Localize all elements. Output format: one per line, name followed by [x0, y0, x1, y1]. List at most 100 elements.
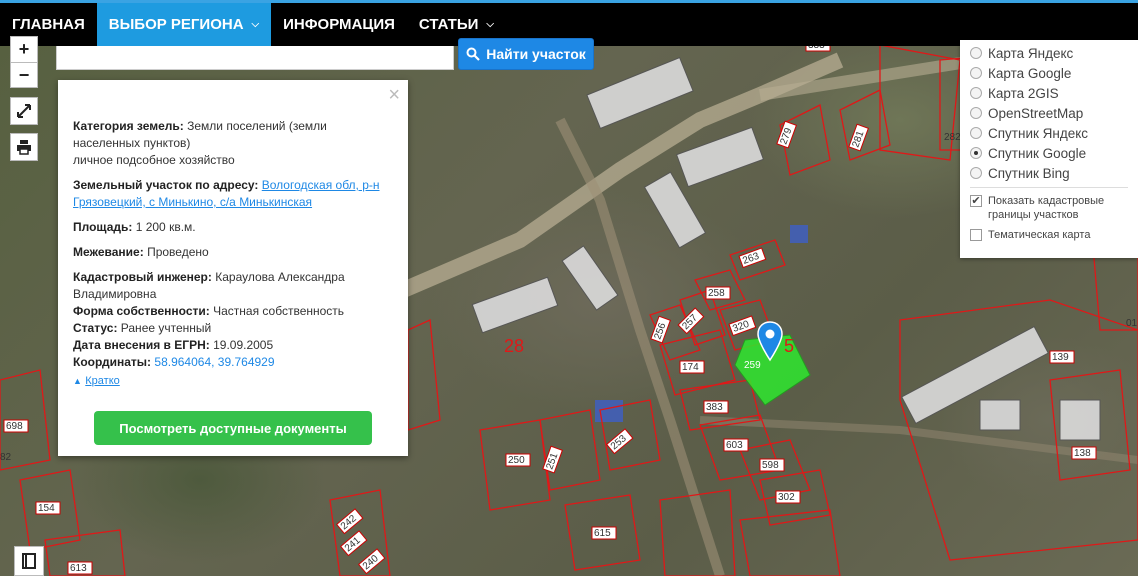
layer-label: Карта Google [988, 65, 1072, 81]
chevron-down-icon: ⌵ [251, 19, 260, 30]
print-icon [17, 140, 31, 155]
building-blue-roof [790, 225, 808, 243]
thematic-label: Тематическая карта [988, 229, 1091, 241]
area-label: Площадь: [73, 220, 133, 234]
parcel-label: 139 [1052, 352, 1069, 363]
layer-option[interactable]: Карта Google [970, 63, 1128, 83]
ownership-label: Форма собственности: [73, 304, 210, 318]
layer-label: Карта 2GIS [988, 85, 1059, 101]
map-layers-panel: Карта Яндекс Карта Google Карта 2GIS Ope… [960, 40, 1138, 258]
area-row: Площадь: 1 200 кв.м. [73, 219, 394, 236]
engineer-row: Кадастровый инженер: Караулова Александр… [73, 269, 394, 303]
parcel-label: 258 [708, 288, 725, 299]
parcel-label: 154 [38, 503, 55, 514]
status-row: Статус: Ранее учтенный [73, 320, 394, 337]
status-value: Ранее учтенный [120, 321, 212, 335]
parcel-boundary [739, 509, 841, 576]
date-label: Дата внесения в ЕГРН: [73, 338, 210, 352]
layer-label: Спутник Яндекс [988, 125, 1089, 141]
layer-option[interactable]: OpenStreetMap [970, 103, 1128, 123]
nav-region-select[interactable]: ВЫБОР РЕГИОНА ⌵ [96, 3, 272, 46]
nav-information[interactable]: ИНФОРМАЦИЯ [271, 3, 407, 46]
radio-icon[interactable] [970, 127, 982, 139]
parcel-boundary [407, 319, 441, 431]
parcel-label: 282 [944, 132, 961, 143]
coords-value[interactable]: 58.964064, 39.764929 [154, 355, 274, 369]
layer-label: OpenStreetMap [988, 105, 1084, 121]
engineer-label: Кадастровый инженер: [73, 270, 212, 284]
search-input[interactable] [56, 46, 454, 70]
parcel-label: 383 [706, 402, 723, 413]
zoom-out-button[interactable]: − [10, 62, 38, 88]
parcel-label: 615 [594, 528, 611, 539]
expand-icon [17, 104, 31, 118]
coords-label: Координаты: [73, 355, 152, 369]
print-button[interactable] [10, 133, 38, 161]
usage-value: личное подсобное хозяйство [73, 153, 235, 167]
radio-icon[interactable] [970, 67, 982, 79]
radio-icon[interactable] [970, 87, 982, 99]
parcel-info-popup: × Категория земель: Земли поселений (зем… [58, 80, 408, 456]
checkbox-checked-icon[interactable]: ✔ [970, 195, 982, 207]
block-number: 5 [784, 336, 794, 356]
parcel-label: 302 [778, 492, 795, 503]
layer-option[interactable]: Спутник Bing [970, 163, 1128, 183]
cadastral-label: Показать кадастровые границы участков [988, 195, 1105, 221]
nav-information-label: ИНФОРМАЦИЯ [283, 16, 395, 33]
layer-option[interactable]: Карта Яндекс [970, 43, 1128, 63]
parcel-label: 82 [0, 452, 12, 463]
ownership-value: Частная собственность [213, 304, 345, 318]
survey-row: Межевание: Проведено [73, 244, 394, 261]
radio-icon[interactable] [970, 167, 982, 179]
legend-button[interactable] [14, 546, 44, 576]
find-parcel-button[interactable]: Найти участок [458, 38, 594, 70]
layer-option[interactable]: Спутник Яндекс [970, 123, 1128, 143]
category-label: Категория земель: [73, 119, 184, 133]
layer-label: Спутник Google [988, 145, 1087, 161]
cadastral-toggle[interactable]: ✔ Показать кадастровые границы участков [970, 194, 1128, 222]
parcel-label: 174 [682, 362, 699, 373]
nav-home-label: ГЛАВНАЯ [12, 16, 85, 33]
category-row: Категория земель: Земли поселений (земли… [73, 118, 394, 169]
parcel-label: 613 [70, 563, 87, 574]
status-label: Статус: [73, 321, 118, 335]
zoom-in-button[interactable]: + [10, 36, 38, 62]
nav-region-label: ВЫБОР РЕГИОНА [108, 16, 244, 33]
parcel-label: 01 [1126, 318, 1138, 329]
building [471, 276, 559, 334]
divider [970, 187, 1128, 188]
layer-label: Карта Яндекс [988, 45, 1074, 61]
fullscreen-button[interactable] [10, 97, 38, 125]
view-documents-button[interactable]: Посмотреть доступные документы [94, 411, 372, 445]
building [901, 325, 1049, 425]
close-icon[interactable]: × [388, 85, 400, 105]
parcel-label: 698 [6, 421, 23, 432]
chevron-down-icon: ⌵ [486, 19, 494, 30]
radio-selected-icon[interactable] [970, 147, 982, 159]
parcel-label: 598 [762, 460, 779, 471]
building [561, 245, 619, 311]
radio-icon[interactable] [970, 107, 982, 119]
address-label: Земельный участок по адресу: [73, 178, 259, 192]
book-icon [22, 553, 36, 569]
checkbox-icon[interactable] [970, 229, 982, 241]
layer-option-selected[interactable]: Спутник Google [970, 143, 1128, 163]
building [1059, 399, 1101, 441]
radio-icon[interactable] [970, 47, 982, 59]
brief-toggle[interactable]: Кратко [85, 373, 120, 390]
coords-row: Координаты: 58.964064, 39.764929 [73, 354, 394, 371]
parcel-boundary [839, 89, 891, 161]
thematic-toggle[interactable]: Тематическая карта [970, 228, 1128, 242]
building [586, 56, 694, 130]
building [979, 399, 1021, 431]
building-blue-roof [595, 400, 623, 422]
zoom-in-label: + [18, 39, 30, 59]
survey-label: Межевание: [73, 245, 144, 259]
parcel-label: 250 [508, 455, 525, 466]
layer-label: Спутник Bing [988, 165, 1070, 181]
block-number: 28 [504, 336, 524, 356]
layer-option[interactable]: Карта 2GIS [970, 83, 1128, 103]
parcel-label: 138 [1074, 448, 1091, 459]
parcel-label: 603 [726, 440, 743, 451]
date-row: Дата внесения в ЕГРН: 19.09.2005 [73, 337, 394, 354]
